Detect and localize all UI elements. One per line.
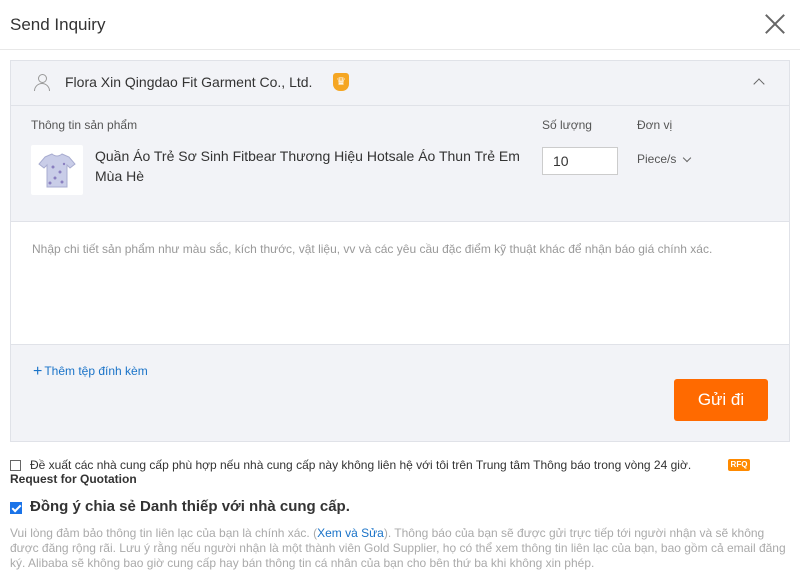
details-textarea[interactable]: Nhập chi tiết sản phẩm như màu sắc, kích… [11, 221, 789, 345]
product-info-label: Thông tin sản phẩm [31, 118, 138, 132]
details-placeholder: Nhập chi tiết sản phẩm như màu sắc, kích… [32, 242, 713, 256]
gold-supplier-icon: ♛ [333, 73, 349, 91]
recommend-suppliers-text: Đề xuất các nhà cung cấp phù hợp nếu nhà… [30, 458, 692, 472]
quantity-label: Số lượng [542, 118, 592, 132]
share-card-option: Đồng ý chia sẻ Danh thiếp với nhà cung c… [10, 498, 790, 519]
supplier-name: Flora Xin Qingdao Fit Garment Co., Ltd. [65, 74, 313, 90]
add-attachment-link[interactable]: + Thêm tệp đính kèm [33, 363, 148, 381]
close-icon[interactable] [764, 13, 786, 35]
dialog-title: Send Inquiry [10, 15, 106, 34]
rfq-label: Request for Quotation [10, 472, 137, 486]
quantity-input[interactable] [542, 147, 618, 175]
notice-text-before: Vui lòng đảm bảo thông tin liên lạc của … [10, 526, 318, 540]
unit-value: Piece/s [637, 152, 677, 166]
user-icon [33, 73, 51, 91]
send-button[interactable]: Gửi đi [674, 379, 768, 421]
plus-icon: + [33, 363, 43, 380]
product-thumbnail [31, 145, 83, 195]
recommend-suppliers-checkbox[interactable] [10, 460, 21, 471]
add-attachment-label: Thêm tệp đính kèm [44, 364, 148, 378]
recommend-suppliers-option: Đề xuất các nhà cung cấp phù hợp nếu nhà… [10, 458, 790, 488]
unit-select[interactable]: Piece/s [637, 152, 692, 166]
rfq-badge: RFQ [728, 459, 750, 471]
share-card-checkbox[interactable] [10, 502, 22, 514]
dialog-header: Send Inquiry [0, 0, 800, 50]
view-edit-link[interactable]: Xem và Sửa [317, 526, 384, 540]
inquiry-panel: Flora Xin Qingdao Fit Garment Co., Ltd. … [10, 60, 790, 442]
share-card-text: Đồng ý chia sẻ Danh thiếp với nhà cung c… [30, 498, 350, 515]
privacy-notice: Vui lòng đảm bảo thông tin liên lạc của … [10, 526, 790, 571]
product-name[interactable]: Quần Áo Trẻ Sơ Sinh Fitbear Thương Hiệu … [95, 146, 525, 186]
unit-label: Đơn vị [637, 118, 673, 132]
supplier-row[interactable]: Flora Xin Qingdao Fit Garment Co., Ltd. … [11, 61, 789, 106]
chevron-up-icon[interactable] [753, 78, 765, 90]
chevron-down-icon [683, 153, 692, 163]
